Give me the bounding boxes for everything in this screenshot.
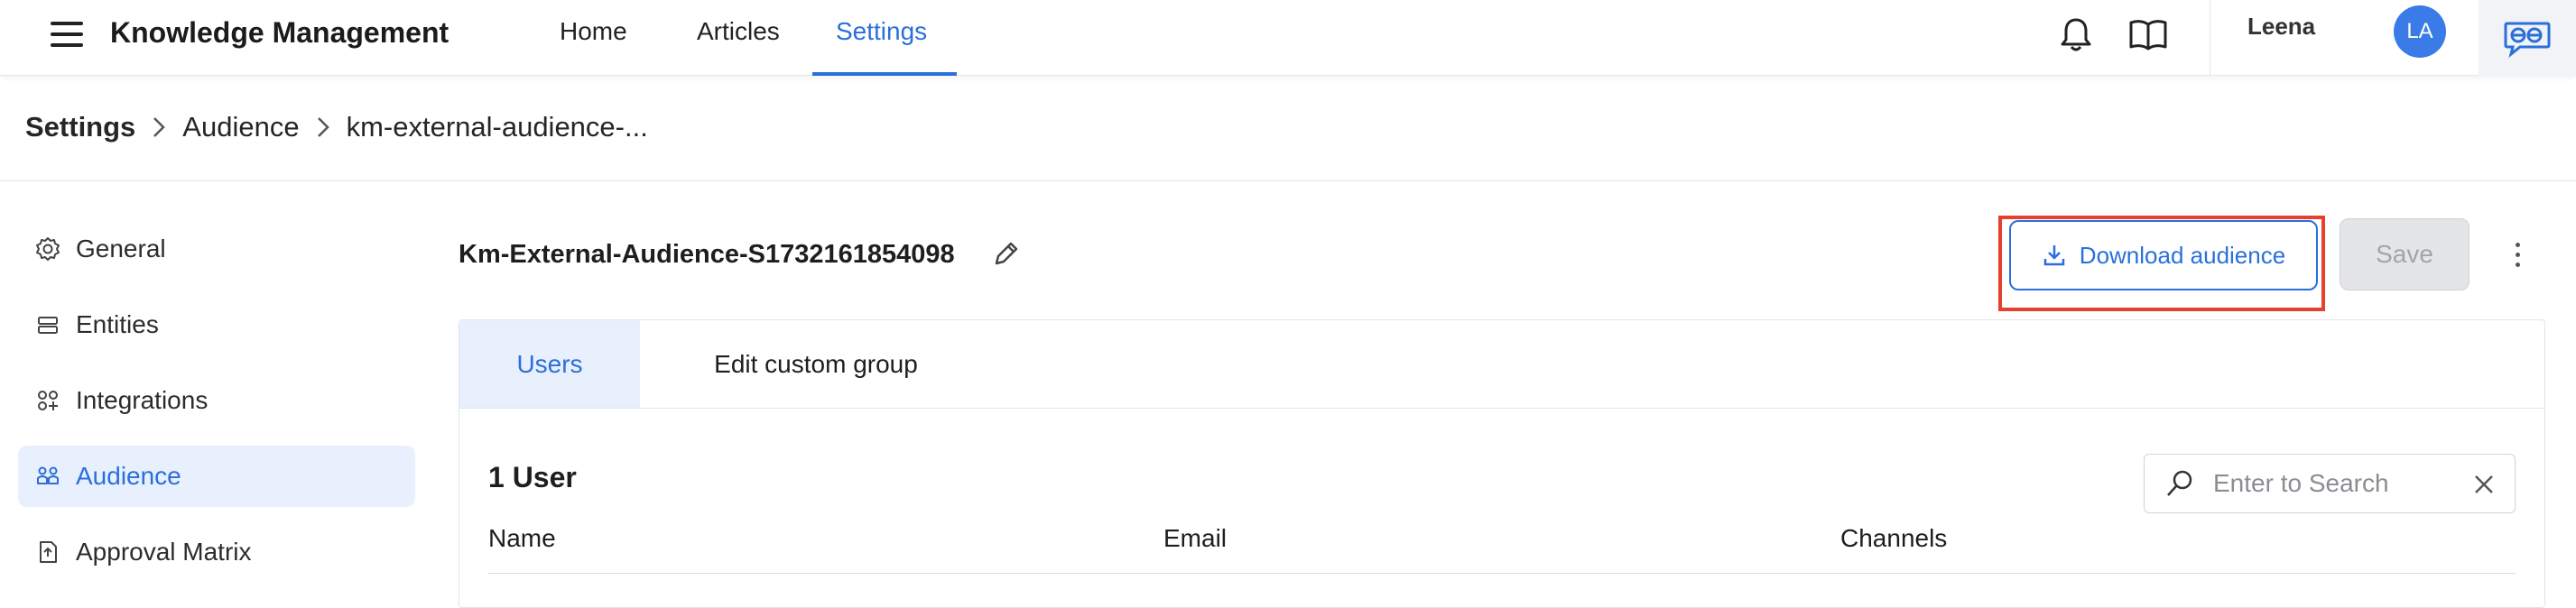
app-title: Knowledge Management [110, 16, 449, 49]
sidebar-item-label: Integrations [76, 386, 208, 414]
list-icon [34, 311, 61, 338]
breadcrumb-audience[interactable]: Audience [182, 111, 299, 143]
integrations-icon [34, 387, 61, 414]
sidebar-item-label: Approval Matrix [76, 538, 252, 566]
search-box [2144, 454, 2516, 513]
nav-tab-settings[interactable]: Settings [836, 14, 927, 49]
chevron-right-icon [316, 115, 330, 139]
approval-icon [34, 539, 61, 566]
download-audience-label: Download audience [2079, 241, 2286, 269]
user-count: 1 User [488, 461, 577, 493]
menu-icon[interactable] [49, 20, 85, 49]
more-options-icon[interactable] [2504, 236, 2531, 272]
search-input[interactable] [2213, 469, 2466, 498]
bell-icon[interactable] [2054, 13, 2098, 56]
column-header-name[interactable]: Name [488, 524, 556, 553]
nav-active-underline [812, 72, 957, 76]
audience-title: Km-External-Audience-S1732161854098 [459, 240, 955, 269]
nav-tab-articles[interactable]: Articles [697, 14, 780, 49]
column-header-channels[interactable]: Channels [1840, 524, 1947, 553]
brand-logo-icon[interactable] [2479, 0, 2576, 76]
sidebar-item-integrations[interactable]: Integrations [18, 370, 415, 431]
chevron-right-icon [152, 115, 166, 139]
header-divider [0, 180, 2576, 181]
gear-icon [34, 235, 61, 263]
download-audience-button[interactable]: Download audience [2009, 220, 2318, 290]
download-icon [2042, 243, 2067, 268]
breadcrumb-settings[interactable]: Settings [25, 111, 135, 143]
search-icon [2164, 468, 2195, 499]
avatar[interactable]: LA [2394, 5, 2446, 58]
column-header-email[interactable]: Email [1163, 524, 1227, 553]
sidebar-item-audience[interactable]: Audience [18, 446, 415, 507]
audience-icon [34, 463, 61, 490]
pencil-icon[interactable] [991, 238, 1022, 269]
sidebar-item-approval-matrix[interactable]: Approval Matrix [18, 521, 415, 583]
user-name: Leena [2247, 13, 2316, 40]
sidebar-item-general[interactable]: General [18, 218, 415, 280]
save-button[interactable]: Save [2340, 218, 2469, 290]
table-header-divider [488, 573, 2516, 574]
top-bar: Knowledge Management Home Articles Setti… [0, 0, 2576, 76]
tab-edit-custom-group[interactable]: Edit custom group [649, 320, 983, 408]
close-icon[interactable] [2471, 472, 2497, 497]
tabs-row: Users Edit custom group [459, 320, 2544, 409]
book-icon[interactable] [2127, 13, 2170, 56]
audience-panel: Users Edit custom group 1 User Name Emai… [459, 319, 2545, 608]
sidebar-item-label: Audience [76, 462, 181, 490]
breadcrumb: Settings Audience km-external-audience-.… [25, 106, 648, 148]
tab-users[interactable]: Users [459, 320, 640, 408]
nav-tab-home[interactable]: Home [560, 14, 627, 49]
sidebar-item-label: Entities [76, 310, 159, 338]
sidebar-item-entities[interactable]: Entities [18, 294, 415, 355]
sidebar-item-label: General [76, 235, 166, 263]
breadcrumb-current: km-external-audience-... [346, 111, 648, 143]
